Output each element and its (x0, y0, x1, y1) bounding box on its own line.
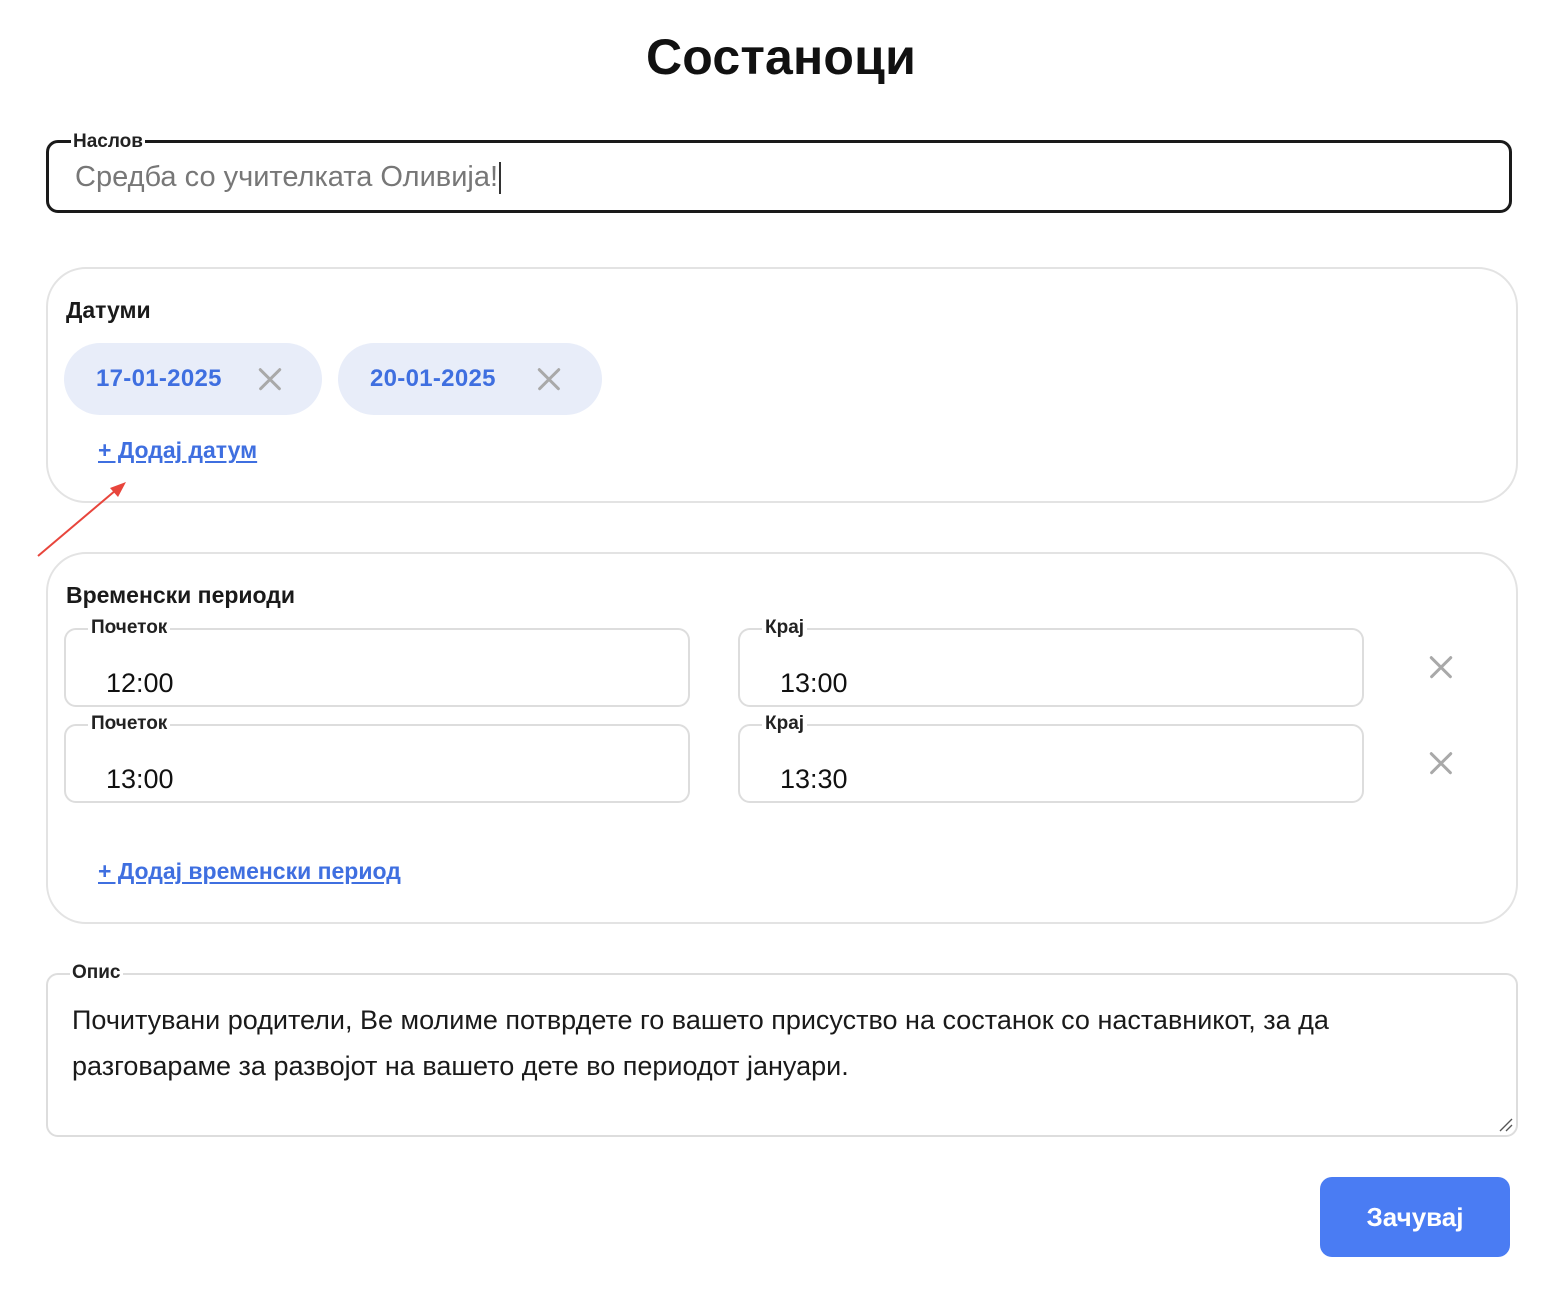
title-input[interactable]: Средба со учителката Оливија! (75, 161, 502, 195)
title-field[interactable]: Наслов Средба со учителката Оливија! (46, 131, 1512, 213)
start-time-label: Почеток (88, 617, 171, 639)
start-time-value: 12:00 (106, 668, 174, 698)
time-periods-heading: Временски периоди (66, 582, 296, 608)
date-chip-label: 20-01-2025 (370, 365, 496, 392)
end-time-value: 13:00 (780, 668, 848, 698)
start-time-label: Почеток (88, 713, 171, 735)
close-icon[interactable] (1426, 652, 1456, 682)
page-title: Состаноци (645, 29, 917, 85)
end-time-field[interactable]: Крај 13:30 (738, 713, 1364, 803)
title-input-value: Средба со учителката Оливија! (75, 161, 499, 193)
add-time-period-link[interactable]: + Додај временски период (98, 858, 401, 885)
date-chip[interactable]: 20-01-2025 (338, 343, 602, 415)
date-chip[interactable]: 17-01-2025 (64, 343, 322, 415)
close-icon[interactable] (536, 366, 562, 392)
end-time-label: Крај (762, 713, 808, 735)
close-icon[interactable] (257, 366, 283, 392)
start-time-field[interactable]: Почеток 12:00 (64, 617, 690, 707)
text-caret (499, 162, 502, 195)
close-icon[interactable] (1426, 748, 1456, 778)
description-label: Опис (70, 962, 123, 984)
date-chip-label: 17-01-2025 (96, 365, 222, 392)
start-time-field[interactable]: Почеток 13:00 (64, 713, 690, 803)
dates-heading: Датуми (66, 297, 151, 323)
description-textarea[interactable]: Почитувани родители, Ве молиме потврдете… (72, 997, 1476, 1089)
time-periods-card: Временски периоди Почеток 12:00 Крај 13:… (46, 552, 1518, 924)
add-date-link[interactable]: + Додај датум (98, 437, 257, 464)
start-time-value: 13:00 (106, 764, 174, 794)
title-field-label: Наслов (71, 131, 145, 153)
dates-card: Датуми 17-01-2025 20-01-2025 + Додај дат… (46, 267, 1518, 503)
end-time-field[interactable]: Крај 13:00 (738, 617, 1364, 707)
description-field[interactable]: Опис Почитувани родители, Ве молиме потв… (46, 962, 1518, 1137)
save-button[interactable]: Зачувај (1320, 1177, 1510, 1257)
meetings-page: Состаноци Наслов Средба со учителката Ол… (0, 0, 1562, 1296)
end-time-value: 13:30 (780, 764, 848, 794)
end-time-label: Крај (762, 617, 808, 639)
resize-handle-icon[interactable] (1497, 1116, 1513, 1132)
